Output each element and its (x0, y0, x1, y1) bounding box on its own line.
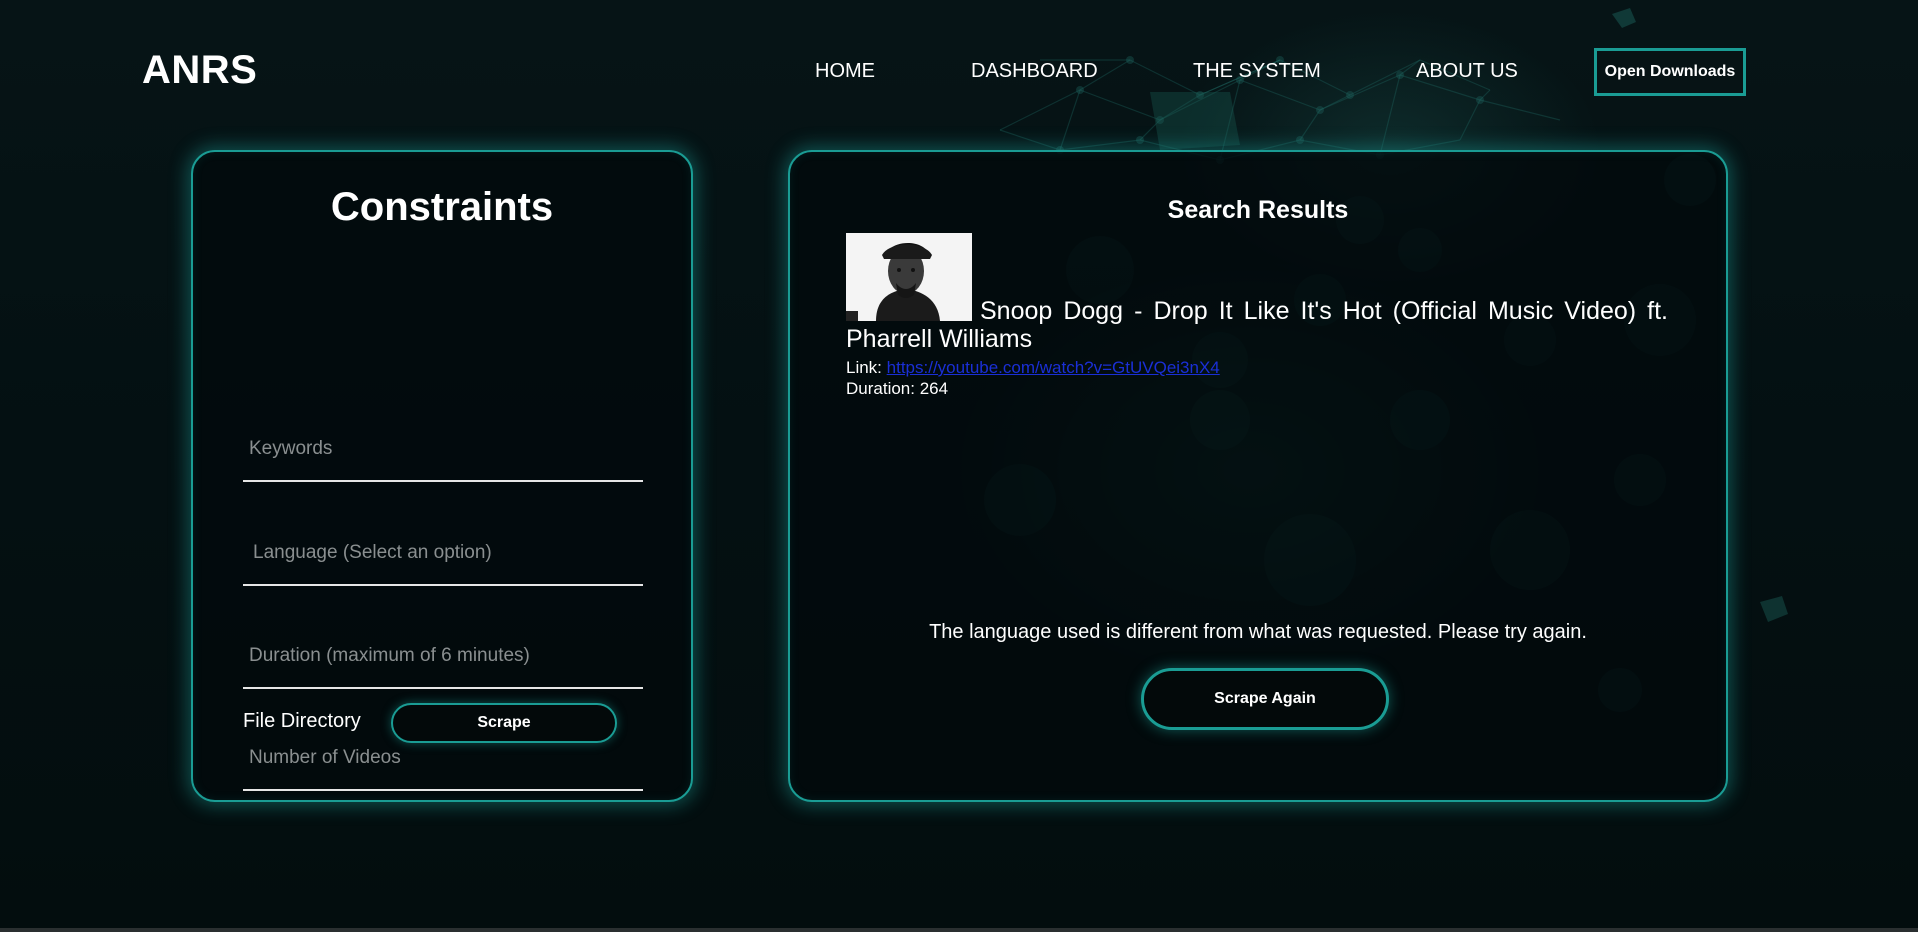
video-duration-row: Duration: 264 (846, 379, 948, 399)
constraints-panel: Constraints Keywords Language (Select an… (191, 150, 693, 802)
search-results-panel: Search Results Snoop Dogg - Drop It Like… (788, 150, 1728, 802)
nav-home[interactable]: HOME (815, 60, 875, 83)
video-title: Snoop Dogg - Drop It Like It's Hot (Offi… (846, 297, 1668, 353)
keywords-input[interactable]: Keywords (243, 410, 643, 482)
nav-the-system[interactable]: THE SYSTEM (1193, 60, 1321, 83)
duration-input[interactable]: Duration (maximum of 6 minutes) (243, 607, 643, 689)
number-of-videos-placeholder: Number of Videos (249, 747, 401, 768)
constraints-title: Constraints (330, 185, 554, 229)
language-placeholder: Language (Select an option) (253, 542, 492, 563)
duration-placeholder: Duration (maximum of 6 minutes) (249, 645, 530, 666)
keywords-placeholder: Keywords (249, 438, 333, 459)
link-label: Link: (846, 358, 882, 377)
file-directory-label[interactable]: File Directory (243, 710, 361, 733)
search-results-title: Search Results (1167, 196, 1349, 224)
nav-dashboard[interactable]: DASHBOARD (971, 60, 1098, 83)
nav-about-us[interactable]: ABOUT US (1416, 60, 1518, 83)
scrape-button[interactable]: Scrape (391, 703, 617, 743)
scrape-again-button[interactable]: Scrape Again (1141, 668, 1389, 730)
duration-label: Duration: (846, 379, 915, 398)
language-select[interactable]: Language (Select an option) (243, 502, 643, 586)
video-link-row: Link: https://youtube.com/watch?v=GtUVQe… (846, 358, 1220, 378)
language-error-message: The language used is different from what… (929, 621, 1587, 643)
video-link[interactable]: https://youtube.com/watch?v=GtUVQei3nX4 (887, 358, 1220, 377)
bottom-scrollbar-strip (0, 928, 1918, 932)
app-logo[interactable]: ANRS (142, 48, 257, 93)
duration-value: 264 (919, 379, 949, 398)
open-downloads-button[interactable]: Open Downloads (1594, 48, 1746, 96)
